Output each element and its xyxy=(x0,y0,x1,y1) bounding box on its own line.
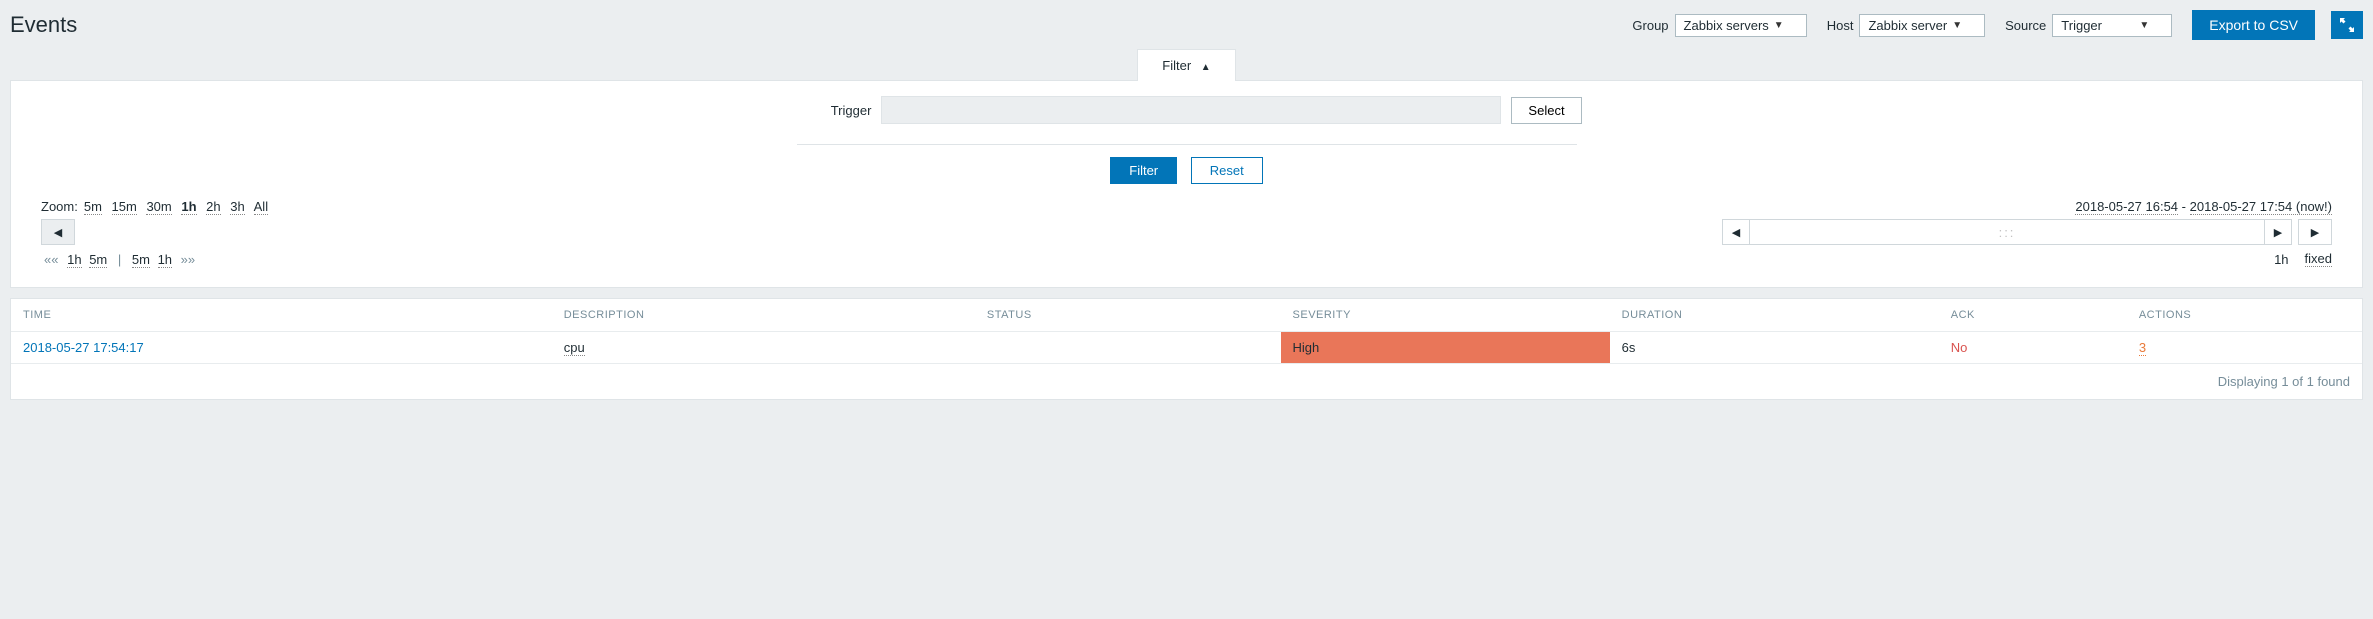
source-label: Source xyxy=(2005,18,2046,33)
col-time[interactable]: Time xyxy=(11,299,552,332)
nav-back-5m[interactable]: 5m xyxy=(89,252,107,268)
nav-fwd-1h[interactable]: 1h xyxy=(158,252,172,268)
scroll-right-small[interactable]: ▶ xyxy=(2298,219,2332,245)
zoom-options: 5m 15m 30m 1h 2h 3h All xyxy=(84,199,274,214)
host-select[interactable]: Zabbix server ▼ xyxy=(1859,14,1985,37)
zoom-opt-2h[interactable]: 2h xyxy=(206,199,220,215)
zoom-opt-all[interactable]: All xyxy=(254,199,268,215)
filter-toggle-tab[interactable]: Filter ▲ xyxy=(1137,49,1235,81)
event-actions-link[interactable]: 3 xyxy=(2139,340,2146,356)
scroll-left-small[interactable]: ◀ xyxy=(41,219,75,245)
trigger-input[interactable] xyxy=(881,96,1501,124)
divider xyxy=(797,144,1577,145)
chevron-down-icon: ▼ xyxy=(1952,20,1962,31)
page-title: Events xyxy=(10,12,77,38)
trigger-label: Trigger xyxy=(791,103,871,118)
event-duration: 6s xyxy=(1610,332,1939,364)
nav-fwd-5m[interactable]: 5m xyxy=(132,252,150,268)
host-label: Host xyxy=(1827,18,1854,33)
table-header-row: Time Description Status Severity Duratio… xyxy=(11,299,2362,332)
event-status xyxy=(975,332,1281,364)
zoom-opt-3h[interactable]: 3h xyxy=(230,199,244,215)
time-to[interactable]: 2018-05-27 17:54 (now!) xyxy=(2190,199,2332,215)
zoom-label: Zoom: xyxy=(41,199,78,214)
zoom-opt-30m[interactable]: 30m xyxy=(146,199,171,215)
filter-button[interactable]: Filter xyxy=(1110,157,1177,184)
nav-back-1h[interactable]: 1h xyxy=(67,252,81,268)
zoom-opt-5m[interactable]: 5m xyxy=(84,199,102,215)
double-chevron-left-icon: «« xyxy=(44,252,58,267)
source-select-value: Trigger xyxy=(2061,18,2102,33)
table-row: 2018-05-27 17:54:17 cpu High 6s No 3 xyxy=(11,332,2362,364)
trigger-select-button[interactable]: Select xyxy=(1511,97,1581,124)
event-time-link[interactable]: 2018-05-27 17:54:17 xyxy=(23,340,144,355)
zoom-opt-15m[interactable]: 15m xyxy=(112,199,137,215)
scroll-right-big[interactable]: ▶ xyxy=(2265,220,2291,244)
triangle-right-icon: ▶ xyxy=(2311,226,2319,239)
chevron-down-icon: ▼ xyxy=(1774,20,1784,31)
group-label: Group xyxy=(1632,18,1668,33)
table-footer: Displaying 1 of 1 found xyxy=(11,364,2362,399)
fullscreen-button[interactable] xyxy=(2331,11,2363,39)
triangle-left-icon: ◀ xyxy=(1732,226,1740,239)
event-description-link[interactable]: cpu xyxy=(564,340,585,356)
time-mode-toggle[interactable]: fixed xyxy=(2305,251,2332,267)
time-scroller: ◀ ::: ▶ xyxy=(1722,219,2292,245)
col-severity[interactable]: Severity xyxy=(1281,299,1610,332)
event-ack-link[interactable]: No xyxy=(1951,340,1968,355)
export-csv-button[interactable]: Export to CSV xyxy=(2192,10,2315,40)
event-severity: High xyxy=(1281,332,1610,364)
events-table: Time Description Status Severity Duratio… xyxy=(11,299,2362,364)
group-select-value: Zabbix servers xyxy=(1684,18,1769,33)
scroller-handle[interactable]: ::: xyxy=(1750,220,2264,244)
triangle-right-icon: ▶ xyxy=(2274,226,2282,239)
scroll-left-big[interactable]: ◀ xyxy=(1723,220,1749,244)
col-status[interactable]: Status xyxy=(975,299,1281,332)
host-select-value: Zabbix server xyxy=(1868,18,1947,33)
time-from[interactable]: 2018-05-27 16:54 xyxy=(2075,199,2178,215)
events-table-panel: Time Description Status Severity Duratio… xyxy=(10,298,2363,400)
triangle-left-icon: ◀ xyxy=(54,226,62,239)
group-select[interactable]: Zabbix servers ▼ xyxy=(1675,14,1807,37)
col-description[interactable]: Description xyxy=(552,299,975,332)
col-duration[interactable]: Duration xyxy=(1610,299,1939,332)
time-window-label: 1h xyxy=(2274,252,2288,267)
filter-tab-label: Filter xyxy=(1162,58,1191,73)
time-range: 2018-05-27 16:54 - 2018-05-27 17:54 (now… xyxy=(2075,199,2332,214)
fullscreen-icon xyxy=(2340,18,2354,32)
source-select[interactable]: Trigger ▼ xyxy=(2052,14,2172,37)
col-actions[interactable]: Actions xyxy=(2127,299,2362,332)
col-ack[interactable]: Ack xyxy=(1939,299,2127,332)
triangle-up-icon: ▲ xyxy=(1201,62,1211,73)
filter-panel: Trigger Select Filter Reset Zoom: 5m 15m… xyxy=(10,80,2363,288)
reset-button[interactable]: Reset xyxy=(1191,157,1263,184)
zoom-opt-1h[interactable]: 1h xyxy=(181,199,196,215)
chevron-down-icon: ▼ xyxy=(2139,20,2149,31)
double-chevron-right-icon: »» xyxy=(181,252,195,267)
